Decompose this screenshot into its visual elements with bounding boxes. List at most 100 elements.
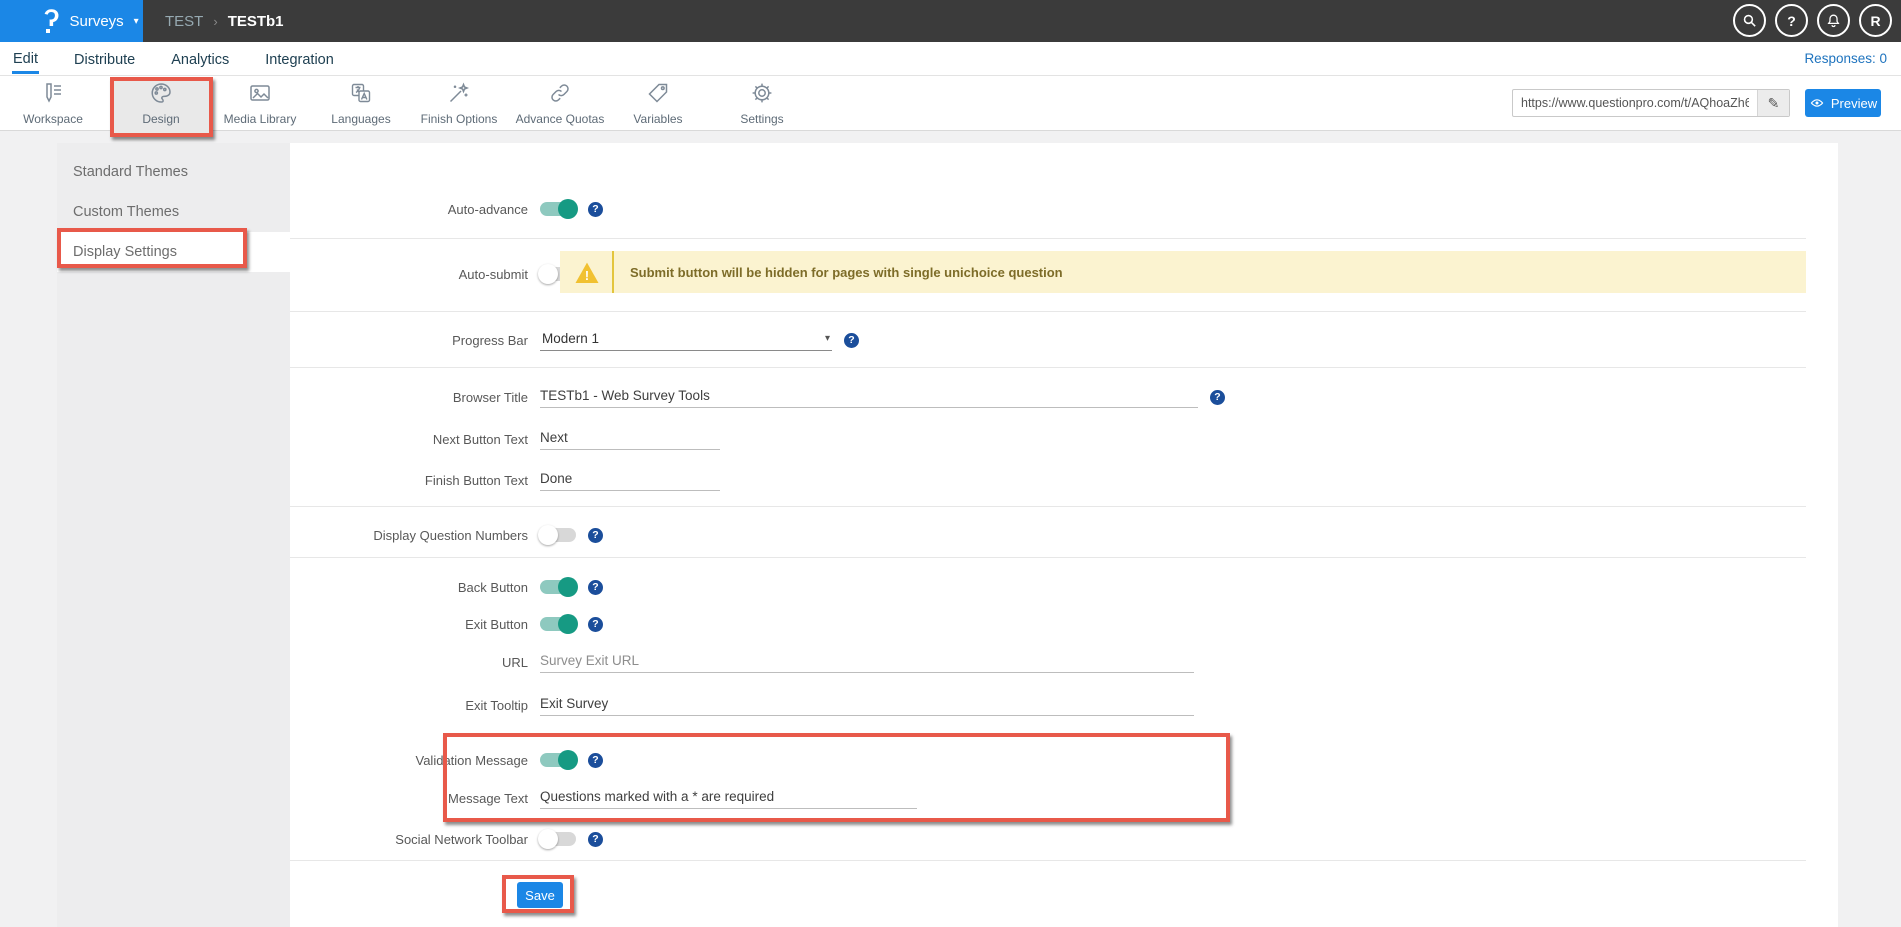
auto-advance-help-icon[interactable]: ? <box>588 202 603 217</box>
toolbar-item-media-library[interactable]: Media Library <box>204 81 316 126</box>
next-button-text-label: Next Button Text <box>290 432 528 447</box>
survey-nav-tabs: Edit Distribute Analytics Integration Re… <box>0 42 1901 76</box>
display-question-numbers-toggle[interactable] <box>540 528 576 542</box>
back-button-label: Back Button <box>290 580 528 595</box>
validation-message-help-icon[interactable]: ? <box>588 753 603 768</box>
sidebar-item-display-settings[interactable]: Display Settings <box>57 232 290 272</box>
breadcrumb-folder[interactable]: TEST <box>165 13 203 30</box>
sidebar-item-custom-themes[interactable]: Custom Themes <box>57 192 290 232</box>
display-question-numbers-help-icon[interactable]: ? <box>588 528 603 543</box>
search-button[interactable] <box>1733 4 1766 37</box>
browser-title-input[interactable] <box>540 386 1198 408</box>
tag-icon <box>645 81 671 105</box>
exit-button-toggle[interactable] <box>540 617 576 631</box>
avatar-initial: R <box>1870 13 1880 29</box>
toolbar-item-finish-options[interactable]: Finish Options <box>403 81 515 126</box>
edit-url-button[interactable]: ✎ <box>1757 90 1789 116</box>
exit-tooltip-label: Exit Tooltip <box>290 698 528 713</box>
survey-link-box: ✎ <box>1512 89 1790 117</box>
preview-button[interactable]: Preview <box>1805 89 1881 117</box>
exit-url-label: URL <box>290 655 528 670</box>
section-divider <box>290 557 1806 558</box>
breadcrumb-survey-name: TESTb1 <box>228 13 284 30</box>
responses-counter[interactable]: Responses: 0 <box>1804 42 1887 76</box>
progress-bar-label: Progress Bar <box>290 333 528 348</box>
exit-tooltip-input[interactable] <box>540 694 1194 716</box>
toolbar-item-settings[interactable]: Settings <box>706 81 818 126</box>
sidebar-item-standard-themes[interactable]: Standard Themes <box>57 152 290 192</box>
toolbar-item-languages[interactable]: Languages <box>305 81 417 126</box>
toolbar-item-workspace[interactable]: Workspace <box>0 81 109 126</box>
section-divider <box>290 311 1806 312</box>
toolbar-item-variables[interactable]: Variables <box>602 81 714 126</box>
exit-button-label: Exit Button <box>290 617 528 632</box>
preview-label: Preview <box>1831 96 1877 111</box>
tab-analytics[interactable]: Analytics <box>170 45 230 72</box>
chevron-down-icon: ▾ <box>825 333 830 344</box>
social-network-toolbar-help-icon[interactable]: ? <box>588 832 603 847</box>
pencil-icon: ✎ <box>1768 95 1780 112</box>
exit-button-help-icon[interactable]: ? <box>588 617 603 632</box>
progress-bar-value: Modern 1 <box>542 331 599 346</box>
questionpro-logo-icon: Ɂ <box>44 9 59 29</box>
validation-message-toggle[interactable] <box>540 753 576 767</box>
toolbar-item-design[interactable]: Design <box>105 81 217 126</box>
auto-submit-warning-banner: ! Submit button will be hidden for pages… <box>560 251 1806 293</box>
finish-button-text-input[interactable] <box>540 469 720 491</box>
warning-separator <box>612 251 614 293</box>
tab-integration[interactable]: Integration <box>264 45 335 72</box>
surveys-menu-label: Surveys <box>69 13 123 30</box>
svg-text:!: ! <box>585 268 589 282</box>
toggle-knob <box>558 614 578 634</box>
progress-bar-select[interactable]: Modern 1 ▾ <box>540 329 832 351</box>
magic-wand-icon <box>446 81 472 105</box>
social-network-toolbar-label: Social Network Toolbar <box>290 832 528 847</box>
social-network-toolbar-toggle[interactable] <box>540 832 576 846</box>
toolbar-item-advance-quotas[interactable]: Advance Quotas <box>504 81 616 126</box>
chevron-down-icon: ▾ <box>134 16 139 27</box>
progress-bar-help-icon[interactable]: ? <box>844 333 859 348</box>
section-divider <box>290 238 1806 239</box>
toggle-knob <box>558 577 578 597</box>
section-divider <box>290 506 1806 507</box>
message-text-input[interactable] <box>540 787 917 809</box>
tab-distribute[interactable]: Distribute <box>73 45 136 72</box>
browser-title-help-icon[interactable]: ? <box>1210 390 1225 405</box>
back-button-help-icon[interactable]: ? <box>588 580 603 595</box>
next-button-text-input[interactable] <box>540 428 720 450</box>
tab-edit[interactable]: Edit <box>12 44 39 74</box>
browser-title-label: Browser Title <box>290 390 528 405</box>
notifications-button[interactable] <box>1817 4 1850 37</box>
search-icon <box>1741 12 1758 29</box>
auto-advance-label: Auto-advance <box>290 202 528 217</box>
toggle-knob <box>558 750 578 770</box>
save-button[interactable]: Save <box>517 882 563 908</box>
warning-triangle-icon: ! <box>574 261 600 284</box>
back-button-toggle[interactable] <box>540 580 576 594</box>
warning-text: Submit button will be hidden for pages w… <box>630 265 1063 280</box>
help-button[interactable]: ? <box>1775 4 1808 37</box>
toggle-knob <box>538 264 558 284</box>
edit-toolbar: Workspace Design Media Library Languages… <box>0 76 1901 131</box>
workspace-icon <box>40 81 66 105</box>
help-icon: ? <box>1787 13 1796 29</box>
surveys-product-menu[interactable]: Ɂ Surveys ▾ <box>0 0 143 42</box>
message-text-label: Message Text <box>290 791 528 806</box>
translate-icon <box>348 81 374 105</box>
section-divider <box>290 860 1806 861</box>
gear-icon <box>749 81 775 105</box>
survey-url-input[interactable] <box>1513 90 1757 116</box>
toggle-knob <box>538 525 558 545</box>
top-header-bar: Ɂ Surveys ▾ TEST › TESTb1 ? R <box>0 0 1901 42</box>
header-action-icons: ? R <box>1733 4 1892 37</box>
image-icon <box>247 81 273 105</box>
display-question-numbers-label: Display Question Numbers <box>290 528 528 543</box>
auto-submit-label: Auto-submit <box>290 267 528 282</box>
exit-url-input[interactable] <box>540 651 1194 673</box>
bell-icon <box>1825 12 1842 29</box>
auto-advance-toggle[interactable] <box>540 202 576 216</box>
finish-button-text-label: Finish Button Text <box>290 473 528 488</box>
user-avatar[interactable]: R <box>1859 4 1892 37</box>
section-divider <box>290 367 1806 368</box>
palette-icon <box>148 81 174 105</box>
